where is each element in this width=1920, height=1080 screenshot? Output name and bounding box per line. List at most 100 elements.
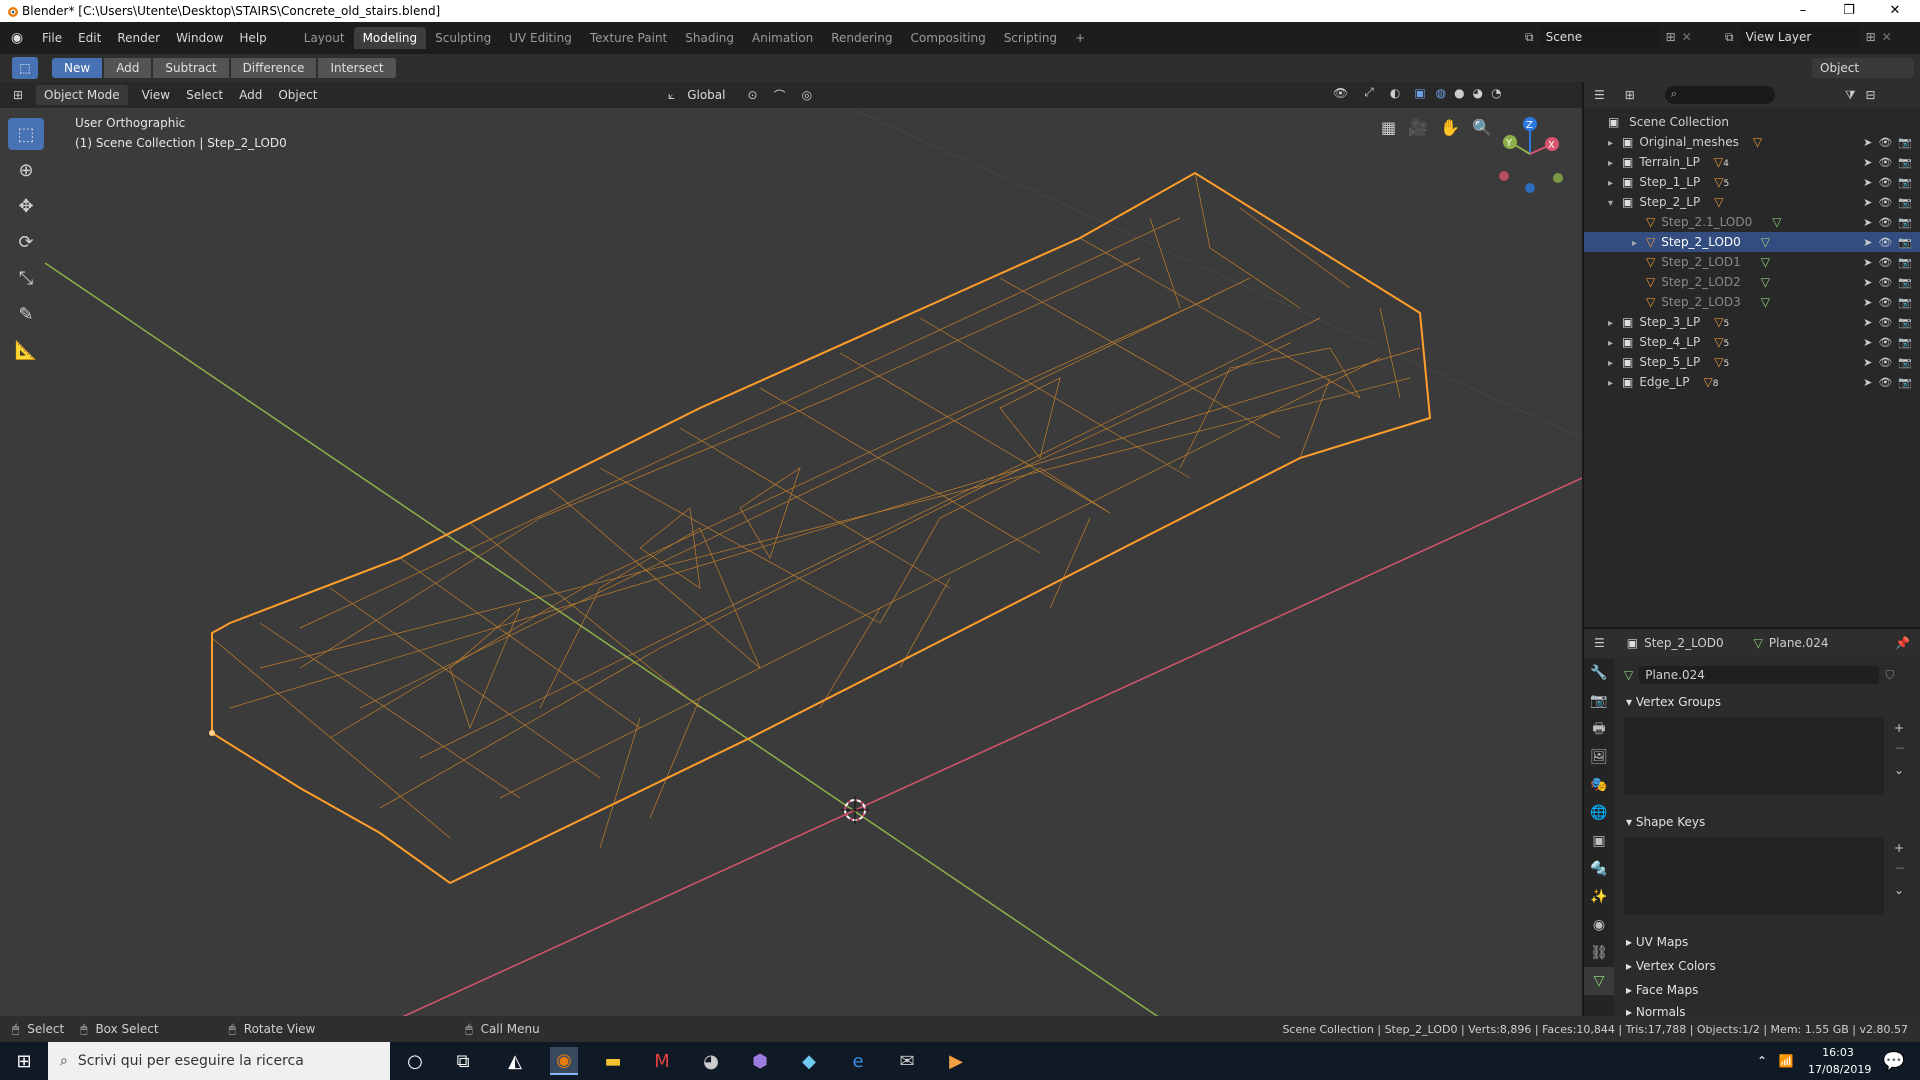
select-toggle-icon[interactable]: ➤ — [1863, 376, 1872, 389]
menu-window[interactable]: Window — [168, 31, 231, 45]
outliner-row[interactable]: ▸ ▣ Step_1_LP ▽5 ➤ 👁 📷 — [1584, 172, 1920, 192]
view-layer-field[interactable]: View Layer — [1739, 27, 1860, 47]
media-app-icon[interactable]: ▶ — [942, 1047, 970, 1075]
eye-icon[interactable]: 👁 — [1878, 136, 1892, 149]
select-box-tool-icon[interactable]: ⬚ — [12, 57, 38, 79]
eye-icon[interactable]: 👁 — [1878, 176, 1892, 189]
mail-app-icon[interactable]: ✉ — [893, 1047, 921, 1075]
substance-app-icon[interactable]: ⬢ — [746, 1047, 774, 1075]
tab-shading[interactable]: Shading — [676, 27, 743, 49]
overlays-icon[interactable]: ◐ — [1390, 86, 1400, 100]
add-workspace-button[interactable]: + — [1066, 27, 1094, 49]
cursor-tool[interactable]: ⊕ — [8, 154, 44, 186]
blender-app-icon[interactable]: ◉ — [550, 1047, 578, 1075]
outliner-row[interactable]: ▾ ▣ Step_2_LP ▽ ➤ 👁 📷 — [1584, 192, 1920, 212]
outliner-row-scene-collection[interactable]: ▣ Scene Collection — [1584, 112, 1920, 132]
outliner-row[interactable]: ▸ ▣ Step_5_LP ▽5 ➤ 👁 📷 — [1584, 352, 1920, 372]
taskbar-clock[interactable]: 16:03 17/08/2019 — [1808, 1044, 1871, 1078]
delete-scene-icon[interactable]: ✕ — [1682, 30, 1692, 44]
file-explorer-icon[interactable]: ▬ — [599, 1047, 627, 1075]
zoom-view-icon[interactable]: 🔍 — [1472, 118, 1492, 137]
remove-shape-key-icon[interactable]: − — [1895, 861, 1905, 875]
3d-viewport[interactable]: User Orthographic (1) Scene Collection |… — [0, 108, 1582, 1016]
eye-icon[interactable]: 👁 — [1878, 356, 1892, 369]
scale-tool[interactable]: ⤡ — [8, 262, 44, 294]
tab-layout[interactable]: Layout — [295, 27, 354, 49]
outliner-row[interactable]: ▸ ▣ Terrain_LP ▽4 ➤ 👁 📷 — [1584, 152, 1920, 172]
outliner-row[interactable]: ▽ Step_2_LOD1 ▽ ➤ 👁 📷 — [1584, 252, 1920, 272]
render-camera-icon[interactable]: 📷 — [1898, 356, 1912, 369]
close-button[interactable]: ✕ — [1872, 0, 1918, 22]
eye-icon[interactable]: 👁 — [1878, 316, 1892, 329]
select-toggle-icon[interactable]: ➤ — [1863, 356, 1872, 369]
menu-edit[interactable]: Edit — [70, 31, 109, 45]
data-tab[interactable]: ▽ — [1584, 967, 1614, 995]
panel-vertex-colors[interactable]: ▸ Vertex Colors — [1626, 959, 1716, 973]
annotate-tool[interactable]: ✎ — [8, 298, 44, 330]
menu-render[interactable]: Render — [109, 31, 168, 45]
new-selection-button[interactable]: New — [52, 58, 103, 78]
shape-key-menu-icon[interactable]: ⌄ — [1894, 883, 1904, 897]
vertex-group-menu-icon[interactable]: ⌄ — [1894, 763, 1904, 777]
tab-compositing[interactable]: Compositing — [901, 27, 994, 49]
menu-add[interactable]: Add — [231, 88, 270, 102]
photo-app-icon[interactable]: ◕ — [697, 1047, 725, 1075]
edge-browser-icon[interactable]: e — [844, 1047, 872, 1075]
menu-object[interactable]: Object — [270, 88, 325, 102]
outliner-row[interactable]: ▽ Step_2_LOD2 ▽ ➤ 👁 📷 — [1584, 272, 1920, 292]
new-view-layer-icon[interactable]: ⊞ — [1866, 30, 1876, 44]
navigation-gizmo[interactable]: Z X Y — [1490, 114, 1570, 194]
view-layer-tab[interactable]: 🖼 — [1584, 743, 1614, 771]
tab-sculpting[interactable]: Sculpting — [426, 27, 500, 49]
measure-tool[interactable]: 📐 — [8, 334, 44, 366]
menu-view[interactable]: View — [134, 88, 178, 102]
mesh-datablock-icon[interactable]: ▽ — [1624, 668, 1633, 682]
move-tool[interactable]: ✥ — [8, 190, 44, 222]
render-camera-icon[interactable]: 📷 — [1898, 176, 1912, 189]
outliner-row[interactable]: ▸ ▽ Step_2_LOD0 ▽ ➤ 👁 📷 — [1584, 232, 1920, 252]
expand-arrow-icon[interactable]: ▸ — [1608, 174, 1620, 194]
tool-tab[interactable]: 🔧 — [1584, 659, 1614, 687]
mode-dropdown[interactable]: Object Mode — [36, 85, 128, 105]
render-camera-icon[interactable]: 📷 — [1898, 276, 1912, 289]
eye-icon[interactable]: 👁 — [1878, 216, 1892, 229]
outliner-row[interactable]: ▸ ▣ Step_3_LP ▽5 ➤ 👁 📷 — [1584, 312, 1920, 332]
render-camera-icon[interactable]: 📷 — [1898, 156, 1912, 169]
menu-help[interactable]: Help — [231, 31, 274, 45]
select-toggle-icon[interactable]: ➤ — [1863, 256, 1872, 269]
render-camera-icon[interactable]: 📷 — [1898, 316, 1912, 329]
paint-app-icon[interactable]: ◆ — [795, 1047, 823, 1075]
tab-uv-editing[interactable]: UV Editing — [500, 27, 581, 49]
select-toggle-icon[interactable]: ➤ — [1863, 236, 1872, 249]
tab-modeling[interactable]: Modeling — [353, 27, 427, 49]
world-tab[interactable]: 🌐 — [1584, 799, 1614, 827]
outliner-row[interactable]: ▸ ▣ Step_4_LP ▽5 ➤ 👁 📷 — [1584, 332, 1920, 352]
select-toggle-icon[interactable]: ➤ — [1863, 336, 1872, 349]
view-layer-icon[interactable]: ⧉ — [1725, 30, 1734, 45]
render-camera-icon[interactable]: 📷 — [1898, 236, 1912, 249]
notifications-icon[interactable]: 💬 — [1880, 1047, 1908, 1075]
render-tab[interactable]: 📷 — [1584, 687, 1614, 715]
remove-vertex-group-icon[interactable]: − — [1895, 741, 1905, 755]
shading-solid-icon[interactable]: ● — [1454, 86, 1464, 100]
eye-icon[interactable]: 👁 — [1878, 256, 1892, 269]
outliner-row[interactable]: ▸ ▣ Edge_LP ▽8 ➤ 👁 📷 — [1584, 372, 1920, 392]
expand-arrow-icon[interactable]: ▸ — [1608, 314, 1620, 334]
windows-start-icon[interactable]: ⊞ — [0, 1051, 48, 1072]
shape-keys-list[interactable] — [1624, 837, 1884, 915]
task-view-icon[interactable]: ⧉ — [449, 1047, 477, 1075]
select-box-tool[interactable]: ⬚ — [8, 118, 44, 150]
render-camera-icon[interactable]: 📷 — [1898, 196, 1912, 209]
render-camera-icon[interactable]: 📷 — [1898, 256, 1912, 269]
scene-icon[interactable]: ⧉ — [1525, 30, 1534, 45]
blender-menu-icon[interactable]: ◉ — [0, 30, 34, 46]
network-icon[interactable]: 📶 — [1772, 1047, 1800, 1075]
scene-tab[interactable]: 🎭 — [1584, 771, 1614, 799]
object-tab[interactable]: ▣ — [1584, 827, 1614, 855]
panel-face-maps[interactable]: ▸ Face Maps — [1626, 983, 1698, 997]
subtract-selection-button[interactable]: Subtract — [153, 58, 229, 78]
proportional-editing-icon[interactable]: ◎ — [802, 88, 812, 102]
display-mode-icon[interactable]: ⊞ — [1625, 88, 1635, 102]
difference-selection-button[interactable]: Difference — [230, 58, 317, 78]
output-tab[interactable]: 🖶 — [1584, 715, 1614, 743]
